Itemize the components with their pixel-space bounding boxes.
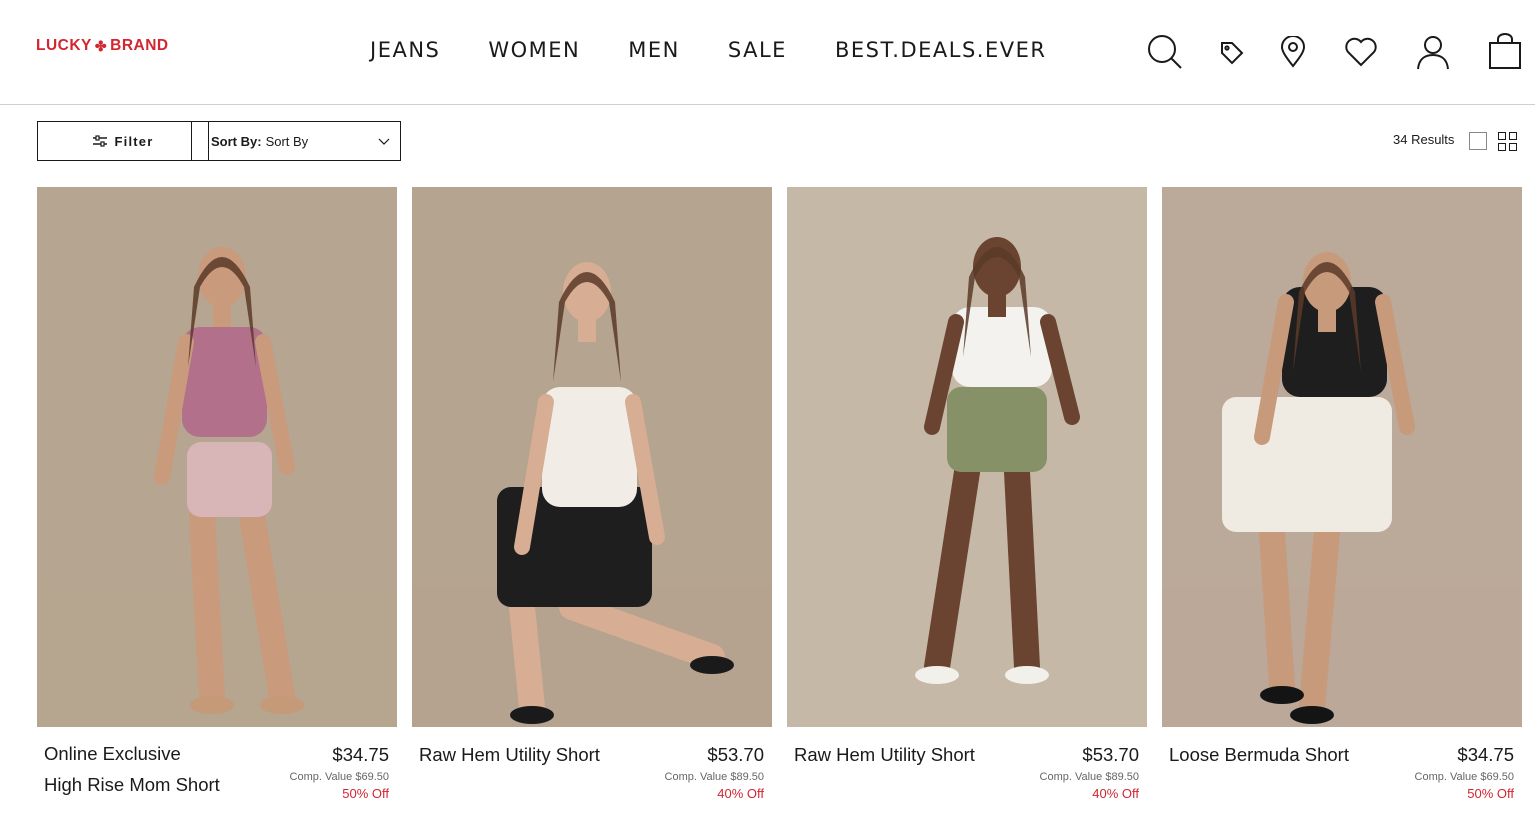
nav-jeans[interactable]: JEANS — [370, 38, 440, 62]
brand-name-right: BRAND — [110, 37, 169, 54]
product-name[interactable]: Raw Hem Utility Short — [794, 743, 994, 767]
brand-logo[interactable]: LUCKY ✤ BRAND — [36, 37, 169, 55]
single-column-view-icon[interactable] — [1469, 132, 1487, 150]
product-name[interactable]: Loose Bermuda Short — [1169, 743, 1369, 767]
product-image[interactable] — [37, 187, 397, 727]
nav-sale[interactable]: SALE — [728, 38, 787, 62]
chevron-down-icon — [378, 138, 390, 145]
nav-best-deals-ever[interactable]: BEST.DEALS.EVER — [835, 38, 1047, 62]
product-price: $34.75 — [1457, 744, 1514, 765]
comp-value: Comp. Value $89.50 — [664, 771, 764, 783]
brand-name-left: LUCKY — [36, 37, 92, 54]
site-header: LUCKY ✤ BRAND JEANS WOMEN MEN SALE BEST.… — [0, 0, 1535, 105]
clover-icon: ✤ — [94, 37, 108, 54]
results-count: 34 Results — [1393, 132, 1455, 147]
model-photo — [412, 187, 772, 727]
main-nav: JEANS WOMEN MEN SALE BEST.DEALS.EVER — [370, 38, 1094, 62]
product-card[interactable]: Raw Hem Utility Short $53.70 Comp. Value… — [412, 187, 772, 818]
comp-value: Comp. Value $69.50 — [1414, 771, 1514, 783]
product-image[interactable] — [412, 187, 772, 727]
product-price: $53.70 — [1082, 744, 1139, 765]
product-info: Loose Bermuda Short $34.75 Comp. Value $… — [1162, 727, 1522, 818]
location-icon[interactable] — [1273, 32, 1313, 72]
online-exclusive-badge: Online Exclusive — [44, 743, 181, 764]
discount-label: 50% Off — [342, 786, 389, 801]
product-image[interactable] — [787, 187, 1147, 727]
product-image[interactable] — [1162, 187, 1522, 727]
product-name[interactable]: High Rise Mom Short — [44, 773, 244, 797]
product-info: Raw Hem Utility Short $53.70 Comp. Value… — [412, 727, 772, 818]
discount-label: 40% Off — [1092, 786, 1139, 801]
account-icon[interactable] — [1413, 32, 1453, 72]
model-photo — [1162, 187, 1522, 727]
grid-view-icon[interactable] — [1498, 132, 1517, 151]
sort-value: Sort By — [265, 133, 309, 149]
nav-women[interactable]: WOMEN — [488, 38, 580, 62]
filter-button[interactable]: Filter — [37, 121, 209, 161]
discount-label: 40% Off — [717, 786, 764, 801]
product-info: Raw Hem Utility Short $53.70 Comp. Value… — [787, 727, 1147, 818]
bag-icon[interactable] — [1485, 31, 1525, 71]
model-photo — [37, 187, 397, 727]
search-icon[interactable] — [1145, 32, 1185, 72]
product-price: $53.70 — [707, 744, 764, 765]
product-card[interactable]: Raw Hem Utility Short $53.70 Comp. Value… — [787, 187, 1147, 818]
nav-men[interactable]: MEN — [628, 38, 680, 62]
product-card[interactable]: Loose Bermuda Short $34.75 Comp. Value $… — [1162, 187, 1522, 818]
filter-label: Filter — [114, 133, 154, 149]
model-photo — [787, 187, 1147, 727]
heart-icon[interactable] — [1341, 32, 1381, 72]
product-price: $34.75 — [332, 744, 389, 765]
tag-icon[interactable] — [1212, 33, 1252, 73]
product-card[interactable]: Online Exclusive High Rise Mom Short $34… — [37, 187, 397, 818]
discount-label: 50% Off — [1467, 786, 1514, 801]
comp-value: Comp. Value $89.50 — [1039, 771, 1139, 783]
sort-label: Sort By: — [211, 133, 262, 149]
product-info: Online Exclusive High Rise Mom Short $34… — [37, 727, 397, 818]
sliders-icon — [92, 135, 107, 147]
comp-value: Comp. Value $69.50 — [289, 771, 389, 783]
product-name[interactable]: Raw Hem Utility Short — [419, 743, 619, 767]
sort-select[interactable]: Sort By: Sort By — [191, 121, 401, 161]
